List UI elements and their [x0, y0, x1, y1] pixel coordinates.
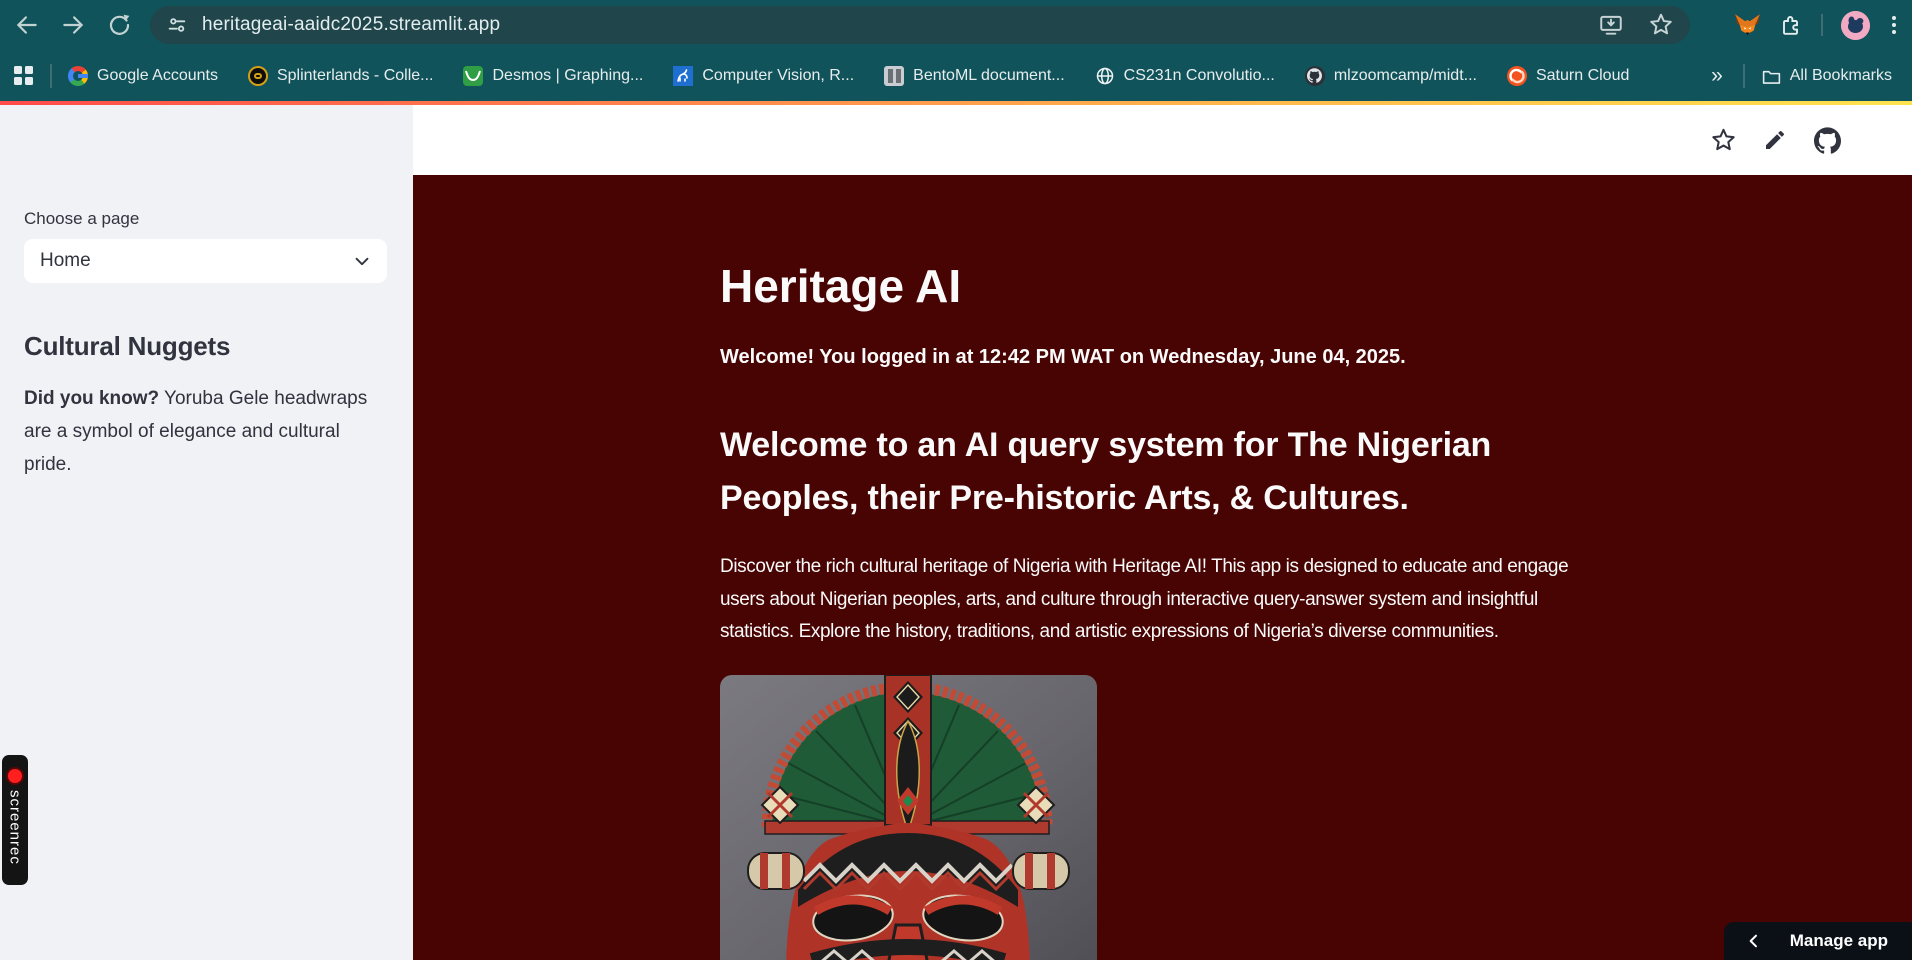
url-text[interactable]: heritageai-aaidc2025.streamlit.app [202, 14, 500, 36]
nugget-bold-prefix: Did you know? [24, 388, 160, 409]
kebab-menu-icon[interactable] [1888, 12, 1900, 38]
toolbar-extensions-area [1734, 10, 1900, 40]
bookmark-label: Google Accounts [97, 66, 218, 84]
nigerian-tribal-mask-image [720, 674, 1097, 960]
bookmark-cs231n[interactable]: CS231n Convolutio... [1095, 66, 1275, 86]
browser-toolbar: heritageai-aaidc2025.streamlit.app [0, 0, 1912, 50]
extensions-icon[interactable] [1779, 13, 1803, 37]
page-selectbox[interactable]: Home [24, 239, 387, 283]
app-header [413, 105, 1912, 175]
bookmark-label: BentoML document... [913, 66, 1065, 84]
back-icon[interactable] [12, 10, 42, 40]
browser-chrome: heritageai-aaidc2025.streamlit.app Googl… [0, 0, 1912, 105]
chevron-left-icon [1749, 934, 1757, 948]
desmos-icon [463, 65, 484, 86]
page-title: Heritage AI [720, 260, 962, 312]
cultural-nugget-text: Did you know? Yoruba Gele headwraps are … [24, 382, 386, 481]
sidebar: Choose a page Home Cultural Nuggets Did … [0, 105, 413, 960]
manage-app-label: Manage app [1789, 931, 1888, 950]
streamlit-decoration-line [0, 101, 1912, 105]
install-app-icon[interactable] [1598, 12, 1624, 38]
bookmark-label: Splinterlands - Colle... [276, 66, 434, 84]
all-bookmarks-label: All Bookmarks [1789, 66, 1892, 84]
folder-icon [1761, 66, 1781, 86]
chevron-down-icon [355, 257, 369, 266]
login-status-line: Welcome! You logged in at 12:42 PM WAT o… [720, 346, 1406, 368]
bookmark-google-accounts[interactable]: Google Accounts [68, 65, 218, 86]
bookmark-desmos[interactable]: Desmos | Graphing... [463, 65, 644, 86]
pencil-icon[interactable] [1760, 125, 1790, 155]
bookmark-star-icon[interactable] [1648, 12, 1674, 38]
bookmark-label: Computer Vision, R... [702, 66, 855, 84]
metamask-icon[interactable] [1734, 12, 1761, 39]
globe-icon [1095, 66, 1115, 86]
reload-icon[interactable] [104, 10, 134, 40]
address-bar[interactable]: heritageai-aaidc2025.streamlit.app [150, 6, 1690, 44]
computer-vision-icon [673, 65, 694, 86]
bookmarks-bar: Google Accounts Splinterlands - Colle...… [0, 50, 1912, 101]
star-icon[interactable] [1708, 125, 1738, 155]
forward-icon[interactable] [58, 10, 88, 40]
streamlit-app: Choose a page Home Cultural Nuggets Did … [0, 105, 1912, 960]
bookmark-bentoml[interactable]: BentoML document... [884, 65, 1065, 86]
screenrec-tab[interactable]: screenrec [2, 755, 28, 885]
page-select-label: Choose a page [24, 209, 140, 228]
bentoml-icon [884, 65, 905, 86]
main-area: Heritage AI Welcome! You logged in at 12… [413, 105, 1912, 960]
saturn-cloud-icon [1506, 65, 1527, 86]
page-select-value: Home [40, 250, 91, 271]
profile-avatar[interactable] [1841, 10, 1870, 40]
bookmark-splinterlands[interactable]: Splinterlands - Colle... [247, 65, 434, 86]
cultural-nuggets-title: Cultural Nuggets [24, 331, 231, 361]
bookmark-label: Saturn Cloud [1535, 66, 1630, 84]
main-content: Heritage AI Welcome! You logged in at 12… [720, 175, 1605, 960]
toolbar-separator [1821, 14, 1823, 36]
bookmarks-separator [50, 63, 52, 88]
record-dot-icon [8, 769, 22, 783]
github-icon[interactable] [1812, 125, 1842, 155]
manage-app-button[interactable]: Manage app [1723, 922, 1912, 960]
apps-grid-icon[interactable] [14, 65, 34, 86]
tune-icon[interactable] [166, 14, 188, 36]
bookmark-computer-vision[interactable]: Computer Vision, R... [673, 65, 855, 86]
bookmark-label: Desmos | Graphing... [492, 66, 644, 84]
google-icon [68, 65, 88, 86]
all-bookmarks-button[interactable]: All Bookmarks [1761, 66, 1892, 86]
bookmark-label: mlzoomcamp/midt... [1333, 66, 1477, 84]
splinterlands-icon [247, 65, 268, 86]
bookmark-mlzoomcamp[interactable]: mlzoomcamp/midt... [1304, 65, 1477, 86]
github-icon [1304, 65, 1325, 86]
bookmark-saturn-cloud[interactable]: Saturn Cloud [1506, 65, 1630, 86]
screenrec-label: screenrec [6, 790, 24, 865]
bookmark-label: CS231n Convolutio... [1123, 66, 1275, 84]
bookmarks-separator [1742, 63, 1745, 88]
bookmarks-overflow-icon[interactable]: » [1705, 64, 1727, 88]
app-description: Discover the rich cultural heritage of N… [720, 556, 1569, 642]
welcome-heading: Welcome to an AI query system for The Ni… [720, 426, 1492, 517]
main-content-background: Heritage AI Welcome! You logged in at 12… [413, 175, 1912, 960]
